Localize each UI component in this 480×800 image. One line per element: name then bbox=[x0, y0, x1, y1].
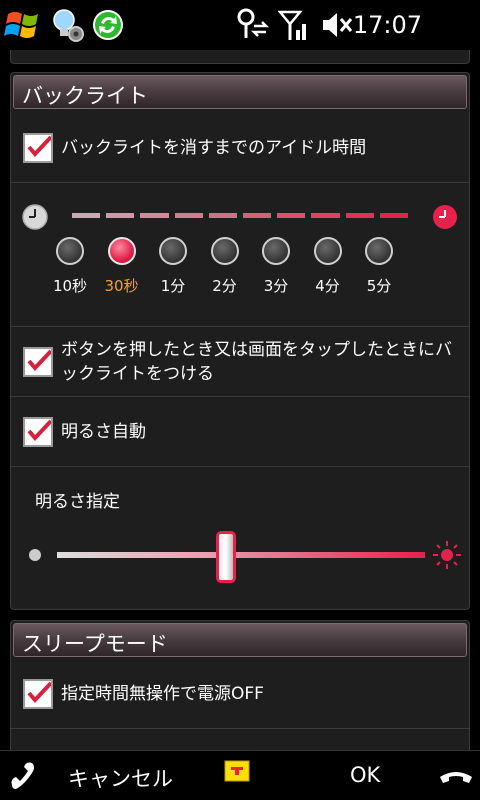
backlight-panel: バックライト バックライトを消すまでのアイドル時間 10秒 30秒 1分 2分 … bbox=[10, 72, 470, 610]
button-backlight-label: ボタンを押したとき又は画面をタップしたときにバックライトをつける bbox=[61, 340, 452, 384]
brightness-thumb[interactable] bbox=[216, 531, 237, 583]
timeout-option-button[interactable] bbox=[159, 237, 187, 265]
timeout-track-segment bbox=[277, 213, 306, 218]
timeout-option-button[interactable] bbox=[262, 237, 290, 265]
previous-panel bbox=[10, 50, 470, 64]
timeout-option-label: 30秒 bbox=[104, 277, 139, 295]
sleep-mode-header: スリープモード bbox=[13, 623, 467, 657]
timeout-track-segment bbox=[140, 213, 169, 218]
settings-content[interactable]: バックライト バックライトを消すまでのアイドル時間 10秒 30秒 1分 2分 … bbox=[0, 50, 480, 750]
volume-muted-icon[interactable] bbox=[320, 6, 354, 44]
timeout-option-label: 4分 bbox=[315, 277, 340, 295]
windows-start-icon[interactable] bbox=[4, 6, 44, 44]
idle-time-checkbox[interactable] bbox=[23, 133, 53, 163]
idle-time-row[interactable]: バックライトを消すまでのアイドル時間 bbox=[11, 113, 469, 183]
backlight-header: バックライト bbox=[13, 75, 467, 109]
timeout-track-segment bbox=[106, 213, 135, 218]
button-backlight-checkbox[interactable] bbox=[23, 347, 53, 377]
clock-start-icon bbox=[21, 203, 49, 231]
timeout-option-button[interactable] bbox=[56, 237, 84, 265]
timeout-track-segment bbox=[379, 213, 408, 218]
timeout-option-label: 2分 bbox=[212, 277, 237, 295]
connectivity-icon[interactable] bbox=[234, 6, 274, 44]
timeout-option-label: 5分 bbox=[366, 277, 392, 295]
timeout-track-segment bbox=[174, 213, 203, 218]
signal-icon[interactable] bbox=[277, 6, 310, 44]
timeout-track-segment bbox=[345, 213, 374, 218]
timeout-track-segment bbox=[311, 213, 340, 218]
timeout-track-segment bbox=[243, 213, 272, 218]
timeout-option-label: 10秒 bbox=[52, 277, 88, 295]
sync-icon[interactable] bbox=[92, 6, 126, 44]
brightness-row: 明るさ指定 bbox=[11, 467, 469, 607]
power-off-row[interactable]: 指定時間無操作で電源OFF bbox=[11, 661, 469, 729]
sleep-mode-panel: スリープモード 指定時間無操作で電源OFF bbox=[10, 620, 470, 750]
bottom-bar: キャンセル OK bbox=[0, 750, 480, 800]
auto-brightness-checkbox[interactable] bbox=[23, 417, 53, 447]
ok-button[interactable]: OK bbox=[350, 763, 380, 787]
idle-time-label: バックライトを消すまでのアイドル時間 bbox=[61, 138, 367, 158]
button-backlight-row[interactable]: ボタンを押したとき又は画面をタップしたときにバックライトをつける bbox=[11, 327, 469, 397]
brightness-label: 明るさ指定 bbox=[35, 492, 120, 512]
backlight-header-title: バックライト bbox=[22, 84, 148, 108]
power-off-checkbox[interactable] bbox=[23, 679, 53, 709]
clock[interactable]: 17:07 bbox=[353, 11, 422, 39]
timeout-track-segment bbox=[72, 213, 101, 218]
brightness-track[interactable] bbox=[57, 552, 425, 558]
auto-brightness-label: 明るさ自動 bbox=[61, 422, 146, 442]
cancel-button[interactable]: キャンセル bbox=[68, 763, 173, 793]
end-call-icon[interactable] bbox=[436, 751, 476, 800]
timeout-slider-row: 10秒 30秒 1分 2分 3分 4分 5分 bbox=[11, 183, 469, 327]
timeout-option-button[interactable] bbox=[313, 237, 342, 265]
status-bar: 17:07 bbox=[0, 0, 480, 50]
sleep-mode-header-title: スリープモード bbox=[22, 632, 168, 656]
timeout-option-button[interactable] bbox=[107, 237, 136, 265]
clock-end-icon bbox=[431, 203, 459, 231]
brightness-min-icon bbox=[29, 549, 41, 561]
timeout-option-button[interactable] bbox=[210, 237, 239, 265]
call-icon[interactable] bbox=[4, 751, 44, 800]
timeout-track-segment bbox=[208, 213, 237, 218]
timeout-option-label: 3分 bbox=[263, 277, 289, 295]
power-off-label: 指定時間無操作で電源OFF bbox=[61, 684, 264, 704]
timeout-option-button[interactable] bbox=[365, 237, 393, 265]
bulb-icon[interactable] bbox=[50, 6, 86, 44]
brightness-max-icon bbox=[431, 539, 463, 571]
keyboard-icon[interactable] bbox=[222, 751, 252, 800]
auto-brightness-row[interactable]: 明るさ自動 bbox=[11, 397, 469, 467]
timeout-option-label: 1分 bbox=[160, 277, 186, 295]
